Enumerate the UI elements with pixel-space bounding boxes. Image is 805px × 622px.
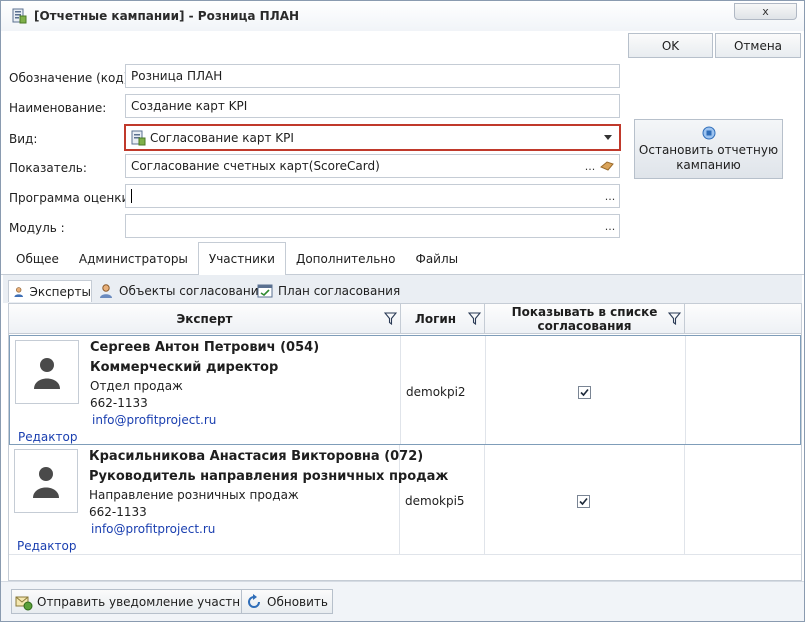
expert-position: Коммерческий директор xyxy=(90,360,279,375)
avatar xyxy=(15,340,79,404)
program-field[interactable]: ... xyxy=(125,184,620,208)
expert-department: Отдел продаж xyxy=(90,379,183,393)
person-silhouette-icon xyxy=(33,467,59,498)
expert-role-link[interactable]: Редактор xyxy=(17,539,76,553)
expert-phone: 662-1133 xyxy=(90,396,148,410)
window-title: [Отчетные кампании] - Розница ПЛАН xyxy=(34,9,300,23)
main-tabs: Общее Администраторы Участники Дополните… xyxy=(6,242,468,275)
subtab-experts[interactable]: Эксперты xyxy=(8,280,92,302)
subtab-approval-plan[interactable]: План согласования xyxy=(253,280,400,302)
stop-icon xyxy=(702,126,715,139)
module-label: Модуль : xyxy=(9,221,65,235)
experts-grid: Эксперт Логин Показывать в списке соглас… xyxy=(8,303,802,581)
table-row[interactable]: Сергеев Антон Петрович (054) Коммерчески… xyxy=(9,335,801,445)
ok-button[interactable]: OK xyxy=(628,33,713,58)
show-in-list-checkbox[interactable] xyxy=(578,386,591,399)
subtab-approval-objects[interactable]: Объекты согласования xyxy=(94,280,266,302)
browse-button[interactable]: ... xyxy=(601,220,619,233)
title-bar: [Отчетные кампании] - Розница ПЛАН x xyxy=(1,1,804,31)
program-label: Программа оценки : xyxy=(9,191,138,205)
filter-icon[interactable] xyxy=(384,312,397,325)
tab-administrators[interactable]: Администраторы xyxy=(69,242,198,275)
grid-header: Эксперт Логин Показывать в списке соглас… xyxy=(9,304,801,334)
name-field[interactable]: Создание карт KPI xyxy=(125,94,620,118)
kind-dropdown[interactable]: Согласование карт KPI xyxy=(124,124,621,151)
module-field[interactable]: ... xyxy=(125,214,620,238)
tab-participants[interactable]: Участники xyxy=(197,242,286,275)
show-in-list-checkbox[interactable] xyxy=(577,495,590,508)
table-row[interactable]: Красильникова Анастасия Викторовна (072)… xyxy=(9,445,801,555)
user-icon xyxy=(14,286,24,297)
column-header-expert[interactable]: Эксперт xyxy=(9,304,401,334)
browse-button[interactable]: ... xyxy=(581,160,599,173)
column-header-show[interactable]: Показывать в списке согласования xyxy=(485,304,685,334)
tab-files[interactable]: Файлы xyxy=(405,242,468,275)
filter-icon[interactable] xyxy=(468,312,481,325)
chevron-down-icon xyxy=(604,135,612,140)
user-group-icon xyxy=(100,284,112,298)
refresh-button[interactable]: Обновить xyxy=(241,589,333,614)
close-icon: x xyxy=(762,5,769,18)
person-silhouette-icon xyxy=(34,358,60,389)
indicator-field[interactable]: Согласование счетных карт(ScoreCard) ... xyxy=(125,154,620,178)
expert-email[interactable]: info@profitproject.ru xyxy=(91,522,215,536)
calendar-icon xyxy=(257,284,273,298)
refresh-icon xyxy=(248,593,260,608)
checkmark-icon xyxy=(580,388,589,397)
indicator-label: Показатель: xyxy=(9,161,87,175)
expert-name: Сергеев Антон Петрович (054) xyxy=(90,340,320,355)
filter-icon[interactable] xyxy=(668,312,681,325)
code-field[interactable]: Розница ПЛАН xyxy=(125,64,620,88)
expert-position: Руководитель направления розничных прода… xyxy=(89,469,449,484)
mail-send-icon xyxy=(15,596,33,610)
expert-name: Красильникова Анастасия Викторовна (072) xyxy=(89,449,424,464)
expert-login: demokpi5 xyxy=(405,494,465,508)
eraser-icon[interactable] xyxy=(599,160,615,172)
expert-email[interactable]: info@profitproject.ru xyxy=(92,413,216,427)
code-label: Обозначение (код): xyxy=(9,71,133,85)
expert-department: Направление розничных продаж xyxy=(89,488,299,502)
tab-general[interactable]: Общее xyxy=(6,242,69,275)
app-icon xyxy=(12,8,27,24)
close-button[interactable]: x xyxy=(734,3,797,20)
tab-additional[interactable]: Дополнительно xyxy=(286,242,406,275)
expert-role-link[interactable]: Редактор xyxy=(18,430,77,444)
browse-button[interactable]: ... xyxy=(601,190,619,203)
stop-campaign-button[interactable]: Остановить отчетную кампанию xyxy=(634,119,783,179)
dialog-window: [Отчетные кампании] - Розница ПЛАН x OK … xyxy=(0,0,805,622)
notify-participants-button[interactable]: Отправить уведомление участникам xyxy=(11,589,277,614)
document-icon xyxy=(131,130,146,145)
avatar xyxy=(14,449,78,513)
cancel-button[interactable]: Отмена xyxy=(715,33,801,58)
checkmark-icon xyxy=(579,497,588,506)
name-label: Наименование: xyxy=(9,101,107,115)
kind-label: Вид: xyxy=(9,132,38,146)
expert-login: demokpi2 xyxy=(406,385,466,399)
expert-phone: 662-1133 xyxy=(89,505,147,519)
